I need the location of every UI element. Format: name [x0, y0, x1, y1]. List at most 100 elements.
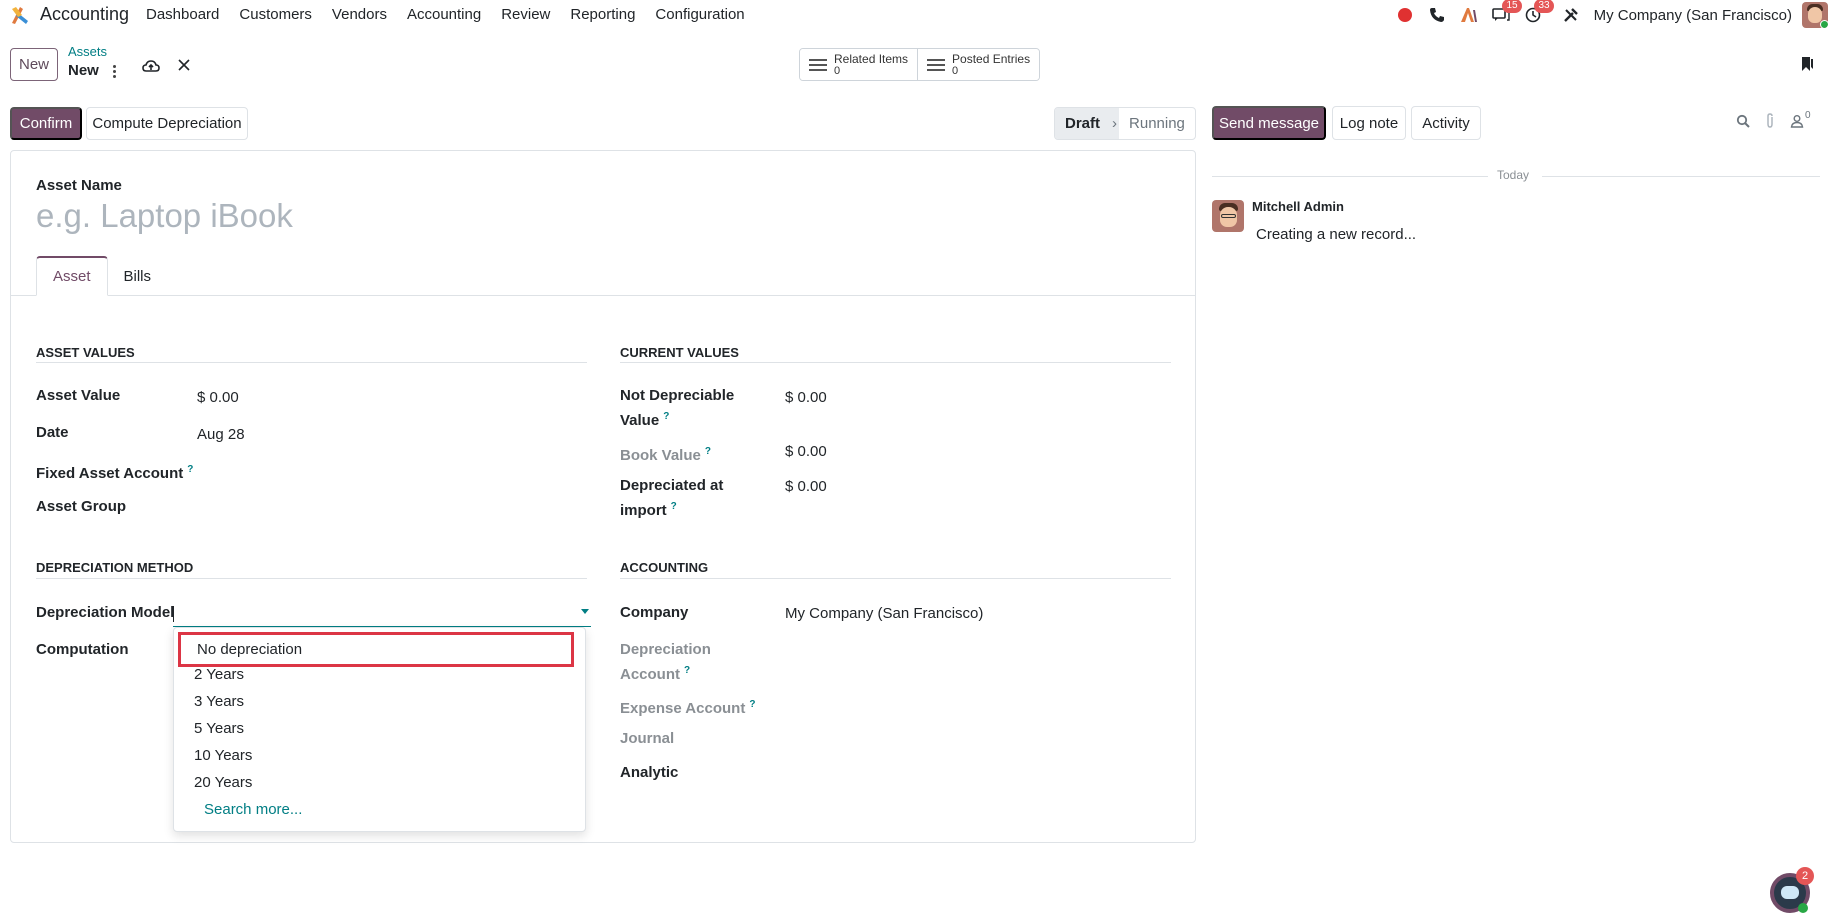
fixed-asset-account-label: Fixed Asset Account? [36, 459, 193, 484]
dropdown-option-no-depreciation[interactable]: No depreciation [178, 632, 574, 667]
search-more-link[interactable]: Search more... [204, 799, 302, 821]
dropdown-option-20-years[interactable]: 20 Years [194, 772, 252, 794]
paperclip-icon[interactable] [1764, 113, 1776, 129]
confirm-button[interactable]: Confirm [10, 107, 82, 140]
followers-icon [1790, 115, 1804, 128]
tools-icon[interactable] [1560, 4, 1582, 26]
message-author-avatar[interactable] [1212, 200, 1244, 232]
compute-depreciation-button[interactable]: Compute Depreciation [86, 107, 248, 140]
status-bar: Draft › Running [1054, 107, 1196, 140]
recording-icon[interactable] [1394, 4, 1416, 26]
status-draft[interactable]: Draft [1055, 108, 1111, 139]
section-divider [36, 578, 587, 579]
depreciation-model-input[interactable] [173, 599, 591, 627]
breadcrumb-current: New [68, 62, 99, 79]
app-logo-icon[interactable] [10, 5, 30, 25]
section-divider [36, 362, 587, 363]
fixed-asset-account-text: Fixed Asset Account [36, 465, 184, 482]
date-field[interactable]: Aug 28 [197, 426, 245, 443]
messages-icon[interactable]: 15 [1490, 0, 1522, 26]
messages-badge: 15 [1502, 0, 1522, 13]
followers-count: 0 [1805, 110, 1811, 121]
list-icon [927, 56, 946, 74]
activity-button[interactable]: Activity [1411, 106, 1481, 140]
asset-values-title: ASSET VALUES [36, 345, 135, 360]
ai-icon[interactable] [1458, 4, 1480, 26]
send-message-button[interactable]: Send message [1212, 106, 1326, 140]
record-actions-icon[interactable] [110, 63, 118, 79]
text-cursor [173, 606, 174, 622]
cloud-upload-icon[interactable] [142, 58, 160, 74]
asset-value-field[interactable]: $ 0.00 [197, 389, 239, 406]
expense-account-text: Expense Account [620, 700, 746, 717]
computation-label: Computation [36, 641, 129, 658]
depreciated-line-1: Depreciated at [620, 477, 724, 494]
bookmark-icon[interactable] [1800, 56, 1814, 72]
systray: 15 33 My Company (San Francisco) [1384, 0, 1828, 28]
posted-entries-count: 0 [952, 64, 959, 77]
section-divider [620, 362, 1171, 363]
phone-icon[interactable] [1426, 4, 1448, 26]
help-tooltip-icon[interactable]: ? [671, 501, 677, 512]
help-tooltip-icon[interactable]: ? [684, 665, 690, 676]
help-tooltip-icon[interactable]: ? [705, 446, 711, 457]
dropdown-option-3-years[interactable]: 3 Years [194, 691, 244, 713]
log-note-button[interactable]: Log note [1332, 106, 1406, 140]
asset-group-label: Asset Group [36, 498, 127, 515]
tab-asset[interactable]: Asset [36, 256, 108, 296]
company-label: Company [620, 604, 689, 621]
journal-label: Journal [620, 730, 675, 747]
livechat-button[interactable]: 2 [1770, 867, 1814, 913]
company-switcher[interactable]: My Company (San Francisco) [1594, 7, 1792, 24]
help-tooltip-icon[interactable]: ? [749, 699, 755, 710]
company-field[interactable]: My Company (San Francisco) [785, 605, 983, 622]
related-items-button[interactable]: Related Items 0 [800, 49, 919, 80]
book-value-field: $ 0.00 [785, 443, 827, 460]
current-values-title: CURRENT VALUES [620, 345, 739, 360]
message-author[interactable]: Mitchell Admin [1252, 199, 1344, 214]
menu-dashboard[interactable]: Dashboard [146, 6, 219, 23]
depreciation-account-line-2: Account [620, 666, 680, 683]
list-icon [809, 56, 827, 74]
menu-reporting[interactable]: Reporting [570, 6, 635, 23]
not-depreciable-value-field[interactable]: $ 0.00 [785, 389, 827, 406]
app-name[interactable]: Accounting [40, 4, 129, 25]
dropdown-option-2-years[interactable]: 2 Years [194, 664, 244, 686]
book-value-label: Book Value? [620, 441, 711, 466]
status-running[interactable]: Running [1119, 108, 1195, 139]
depreciation-method-title: DEPRECIATION METHOD [36, 560, 194, 575]
not-depreciable-line-1: Not Depreciable [620, 387, 735, 404]
depreciation-account-label: Depreciation Account? [620, 639, 711, 685]
book-value-text: Book Value [620, 447, 701, 464]
help-tooltip-icon[interactable]: ? [187, 464, 193, 475]
depreciation-model-dropdown: No depreciation 2 Years 3 Years 5 Years … [173, 627, 586, 832]
dropdown-option-5-years[interactable]: 5 Years [194, 718, 244, 740]
accounting-title: ACCOUNTING [620, 560, 709, 575]
dropdown-caret-icon[interactable] [581, 609, 589, 614]
menu-customers[interactable]: Customers [239, 6, 312, 23]
close-icon[interactable] [178, 59, 190, 71]
not-depreciable-line-2: Value [620, 412, 660, 429]
depreciated-at-import-field[interactable]: $ 0.00 [785, 478, 827, 495]
menu-vendors[interactable]: Vendors [332, 6, 387, 23]
posted-entries-button[interactable]: Posted Entries 0 [918, 49, 1040, 80]
top-navbar: Accounting Dashboard Customers Vendors A… [0, 0, 1842, 28]
menu-accounting[interactable]: Accounting [407, 6, 481, 23]
clock-icon[interactable]: 33 [1522, 0, 1554, 26]
breadcrumb-assets[interactable]: Assets [68, 44, 107, 59]
tab-bills[interactable]: Bills [108, 256, 168, 296]
new-button[interactable]: New [10, 48, 58, 81]
menu-configuration[interactable]: Configuration [655, 6, 744, 23]
help-tooltip-icon[interactable]: ? [663, 411, 669, 422]
dropdown-option-10-years[interactable]: 10 Years [194, 745, 252, 767]
chatter-tools: 0 [1736, 110, 1811, 129]
asset-name-input[interactable] [36, 195, 636, 237]
posted-entries-label: Posted Entries [952, 51, 1031, 66]
not-depreciable-value-label: Not Depreciable Value? [620, 385, 734, 431]
main-menu: Dashboard Customers Vendors Accounting R… [146, 6, 765, 23]
activities-badge: 33 [1534, 0, 1554, 13]
search-icon[interactable] [1736, 114, 1750, 128]
followers-button[interactable]: 0 [1790, 110, 1811, 128]
user-avatar[interactable] [1802, 2, 1828, 28]
menu-review[interactable]: Review [501, 6, 550, 23]
